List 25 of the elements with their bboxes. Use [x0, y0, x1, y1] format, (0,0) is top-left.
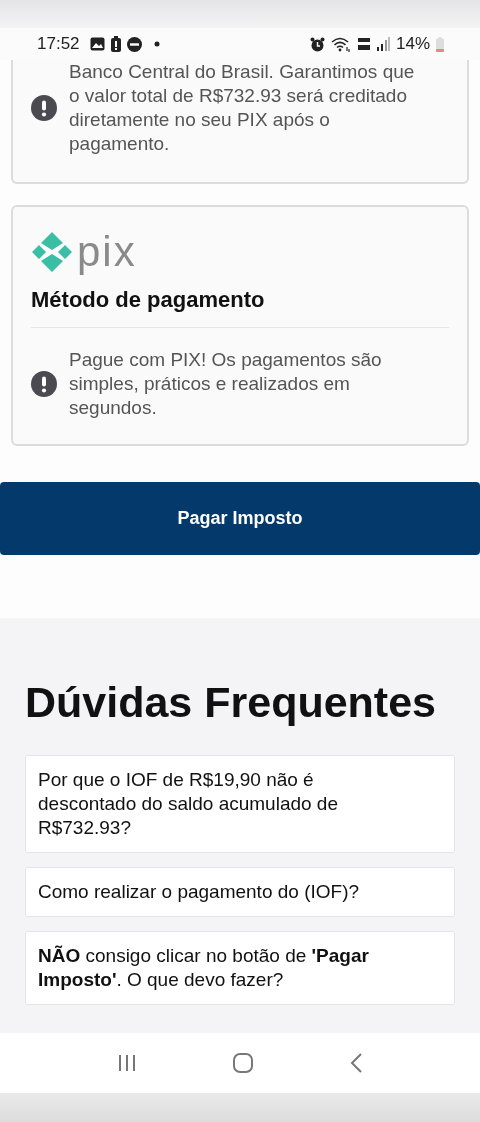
card-title: Método de pagamento	[31, 287, 266, 313]
faq-item[interactable]: Como realizar o pagamento do (IOF)?	[25, 867, 455, 917]
logo-text: pix	[77, 231, 137, 273]
home-icon[interactable]	[232, 1052, 254, 1074]
info-text: Pague com PIX! Os pagamentos são simples, práticos e realizados em segundos.	[69, 348, 383, 420]
alarm-icon	[309, 36, 325, 52]
image-icon	[89, 37, 105, 51]
recent-apps-icon[interactable]	[117, 1053, 138, 1073]
alert-icon	[31, 95, 57, 121]
battery-icon	[436, 36, 444, 52]
status-time: 17:52	[37, 34, 80, 54]
pay-button[interactable]: Pagar Imposto	[0, 482, 480, 555]
back-icon[interactable]	[348, 1052, 363, 1074]
signal-icon	[376, 37, 390, 51]
notice-text: Banco Central do Brasil. Garantimos que o valor total de R$732.93 será creditado diretamente no seu PIX após o pagamento.	[69, 60, 416, 156]
do-not-disturb-icon	[126, 36, 142, 52]
battery-percent: 14%	[395, 34, 430, 54]
alert-icon	[31, 371, 57, 397]
faq-item[interactable]: Por que o IOF de R$19,90 não é descontado do saldo acumulado de R$732.93?	[25, 755, 455, 853]
diamond-logo-icon	[31, 231, 73, 273]
faq-item[interactable]: NÃO consigo clicar no botão de 'Pagar Imposto'. O que devo fazer?	[25, 931, 455, 1005]
wifi-icon	[330, 36, 351, 52]
dot-icon	[153, 41, 160, 47]
battery-alert-icon	[110, 36, 121, 52]
section-heading: Dúvidas Frequentes	[25, 678, 437, 727]
